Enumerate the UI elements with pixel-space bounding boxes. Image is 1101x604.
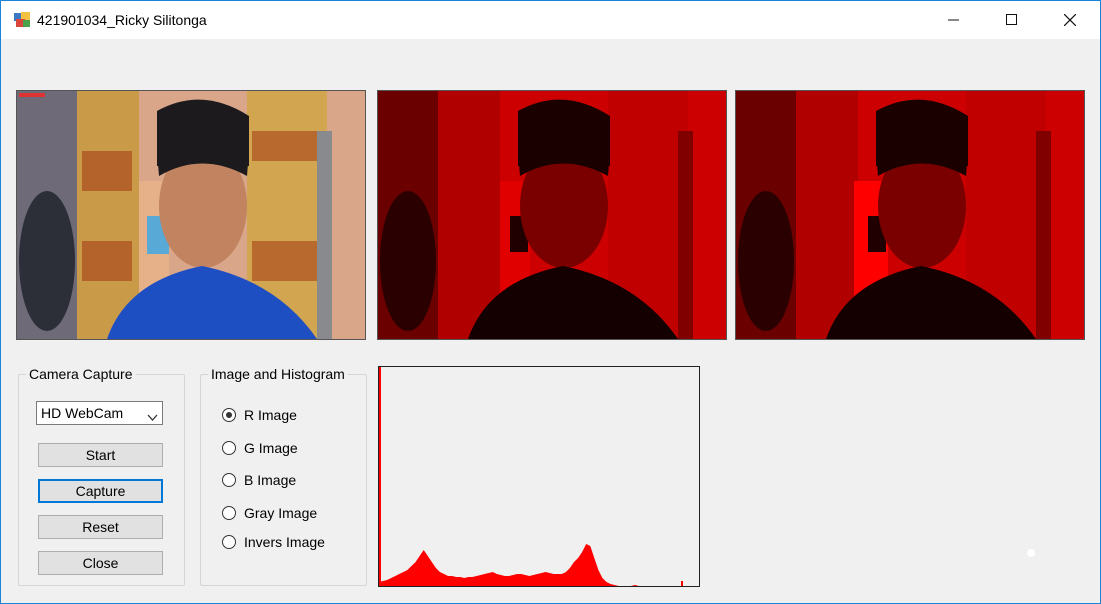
red-image-box-1 <box>377 90 727 340</box>
start-button[interactable]: Start <box>38 443 163 467</box>
radio-selected-dot <box>226 412 232 418</box>
radio-label: Gray Image <box>244 505 318 521</box>
maximize-icon <box>1006 14 1018 26</box>
radio-label: G Image <box>244 440 298 456</box>
radio-invers-image[interactable]: Invers Image <box>222 532 325 552</box>
histogram-area <box>379 544 639 586</box>
histogram-right-spike <box>681 581 683 586</box>
close-window-button[interactable] <box>1041 1 1099 39</box>
camera-device-value: HD WebCam <box>41 405 124 421</box>
radio-button-icon <box>222 441 236 455</box>
radio-gray-image[interactable]: Gray Image <box>222 503 317 523</box>
webcam-photo <box>17 91 365 339</box>
radio-label: Invers Image <box>244 534 325 550</box>
minimize-icon <box>948 14 960 26</box>
title-bar[interactable]: 421901034_Ricky Silitonga <box>1 1 1100 39</box>
red-image-box-2 <box>735 90 1085 340</box>
maximize-button[interactable] <box>983 1 1041 39</box>
original-image-box <box>16 90 366 340</box>
radio-g-image[interactable]: G Image <box>222 438 298 458</box>
camera-device-select[interactable]: HD WebCam <box>36 401 163 425</box>
image-histogram-label: Image and Histogram <box>208 366 348 382</box>
radio-b-image[interactable]: B Image <box>222 470 296 490</box>
radio-label: B Image <box>244 472 297 488</box>
stray-dot <box>1027 549 1035 557</box>
close-icon <box>1064 14 1076 26</box>
histogram-left-spike <box>379 367 381 586</box>
radio-button-icon <box>222 408 236 422</box>
radio-button-icon <box>222 506 236 520</box>
chevron-down-icon <box>147 409 158 427</box>
close-button[interactable]: Close <box>38 551 163 575</box>
app-icon <box>13 11 31 29</box>
minimize-button[interactable] <box>925 1 983 39</box>
camera-capture-label: Camera Capture <box>26 366 136 382</box>
red-channel-photo <box>736 91 1084 339</box>
window-title: 421901034_Ricky Silitonga <box>37 12 207 28</box>
radio-button-icon <box>222 535 236 549</box>
radio-label: R Image <box>244 407 297 423</box>
radio-button-icon <box>222 473 236 487</box>
histogram-box <box>378 366 700 587</box>
red-channel-photo <box>378 91 726 339</box>
histogram-chart <box>379 367 683 586</box>
main-window: 421901034_Ricky Silitonga Camera Capture… <box>0 0 1101 604</box>
reset-button[interactable]: Reset <box>38 515 163 539</box>
radio-r-image[interactable]: R Image <box>222 405 297 425</box>
capture-button[interactable]: Capture <box>38 479 163 503</box>
